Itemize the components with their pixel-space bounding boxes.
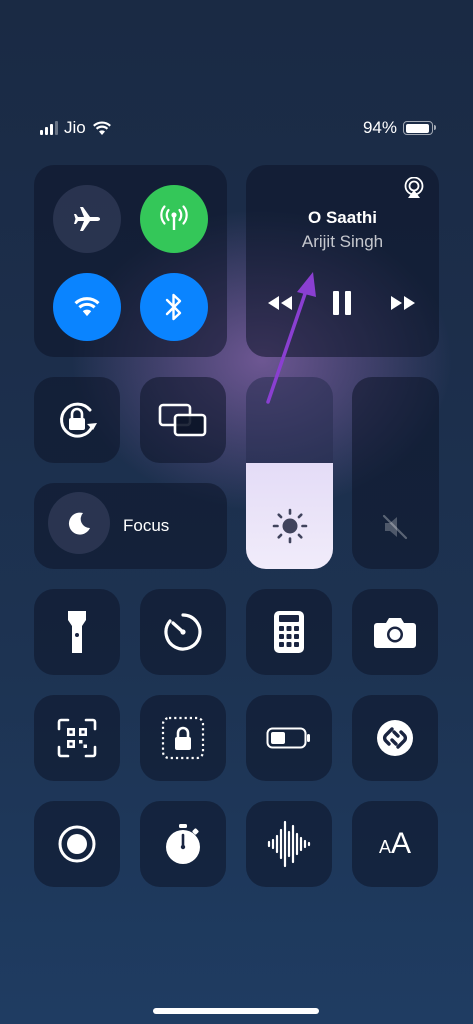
shazam-button[interactable]	[352, 695, 438, 781]
text-size-button[interactable]: AA	[352, 801, 438, 887]
cellular-data-button[interactable]	[140, 185, 208, 253]
timer-button[interactable]	[140, 589, 226, 675]
qr-code-scanner-icon	[57, 718, 97, 758]
screen-recording-icon	[58, 825, 96, 863]
track-info: O Saathi Arijit Singh	[246, 208, 439, 252]
battery-percentage: 94%	[362, 118, 397, 137]
moon-icon	[68, 512, 90, 535]
voice-memos-button[interactable]	[246, 801, 332, 887]
shazam-icon	[377, 720, 413, 756]
focus-icon-circle	[48, 492, 110, 554]
camera-button[interactable]	[352, 589, 438, 675]
flashlight-icon	[68, 611, 86, 653]
airplay-icon[interactable]	[403, 177, 425, 199]
bluetooth-button[interactable]	[140, 273, 208, 341]
timer-icon	[164, 613, 202, 651]
qr-code-scanner-button[interactable]	[34, 695, 120, 781]
annotation-arrow	[266, 272, 316, 404]
low-power-mode-button[interactable]	[246, 695, 332, 781]
battery-group: 94%	[362, 118, 436, 138]
connectivity-module	[34, 165, 227, 357]
carrier-name: Jio	[64, 118, 86, 137]
antenna-icon	[160, 205, 188, 230]
calculator-button[interactable]	[246, 589, 332, 675]
status-bar: Jio 94%	[40, 118, 436, 142]
wifi-icon	[74, 297, 100, 317]
airplane-mode-button[interactable]	[53, 185, 121, 253]
text-size-icon: AA	[378, 827, 412, 860]
screen-mirroring-button[interactable]	[140, 377, 226, 463]
speaker-muted-icon	[382, 514, 408, 540]
calculator-icon	[274, 611, 304, 653]
wifi-button[interactable]	[53, 273, 121, 341]
guided-access-icon	[161, 716, 205, 760]
wifi-status-icon	[92, 121, 111, 135]
rotation-lock-icon	[60, 402, 97, 438]
guided-access-button[interactable]	[140, 695, 226, 781]
pause-icon[interactable]	[331, 290, 353, 316]
battery-icon	[403, 121, 436, 135]
track-artist: Arijit Singh	[301, 232, 384, 251]
rotation-lock-button[interactable]	[34, 377, 120, 463]
focus-label: Focus	[123, 516, 170, 535]
focus-button[interactable]: Focus	[34, 483, 227, 569]
sun-icon	[272, 508, 308, 544]
camera-icon	[374, 618, 416, 648]
fast-forward-icon[interactable]	[388, 293, 418, 313]
bluetooth-icon	[165, 293, 182, 321]
airplane-icon	[74, 207, 100, 231]
stopwatch-icon	[166, 824, 200, 864]
stopwatch-button[interactable]	[140, 801, 226, 887]
volume-slider[interactable]	[352, 377, 439, 569]
low-power-mode-icon	[266, 727, 310, 749]
flashlight-button[interactable]	[34, 589, 120, 675]
cellular-signal-icon	[40, 121, 58, 135]
track-title: O Saathi	[308, 208, 377, 227]
screen-mirroring-icon	[158, 403, 207, 437]
screen-recording-button[interactable]	[34, 801, 120, 887]
carrier-group: Jio	[40, 118, 112, 138]
voice-memos-icon	[267, 820, 311, 868]
home-indicator[interactable]	[153, 1008, 319, 1014]
